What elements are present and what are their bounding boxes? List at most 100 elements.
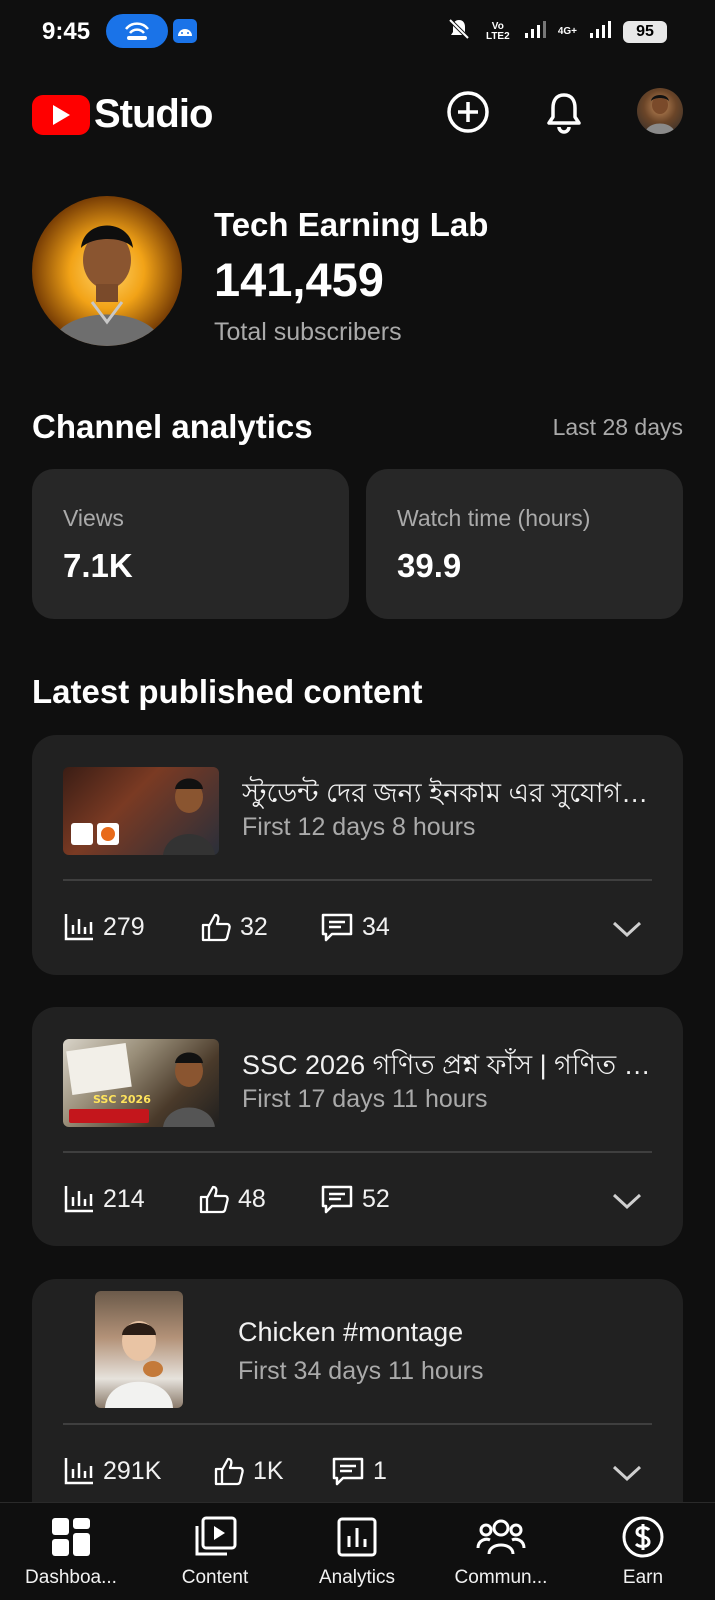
dashboard-icon (6, 1513, 136, 1561)
community-icon (436, 1513, 566, 1561)
nav-community[interactable]: Commun... (436, 1513, 566, 1589)
subscriber-label: Total subscribers (214, 318, 402, 346)
plus-circle-icon (447, 91, 489, 133)
likes-count: 48 (238, 1184, 266, 1213)
comments-metric: 1 (331, 1456, 387, 1486)
hotspot-icon (106, 14, 168, 48)
video-title[interactable]: SSC 2026 গণিত প্রশ্ন ফাঁস | গণিত প্রশ্ন (242, 1045, 652, 1090)
chevron-down-icon (612, 921, 642, 938)
create-button[interactable] (444, 88, 492, 136)
channel-avatar[interactable] (32, 196, 182, 346)
nav-earn[interactable]: Earn (578, 1513, 708, 1589)
views-count: 279 (103, 912, 145, 941)
likes-metric: 1K (213, 1456, 331, 1486)
video-thumbnail[interactable]: SSC 2026 (63, 1039, 219, 1127)
card-divider (63, 1423, 652, 1425)
mute-icon (446, 16, 472, 47)
account-avatar[interactable] (637, 88, 683, 134)
content-icon (150, 1513, 280, 1561)
bottom-navigation: Dashboa... Content Analytics Commun... E… (0, 1502, 715, 1600)
comments-count: 1 (373, 1456, 387, 1485)
video-card[interactable]: SSC 2026 SSC 2026 গণিত প্রশ্ন ফাঁস | গণি… (32, 1007, 683, 1246)
likes-count: 32 (240, 912, 268, 941)
expand-button[interactable] (607, 1181, 647, 1221)
views-count: 214 (103, 1184, 145, 1213)
views-label: Views (63, 505, 124, 531)
nav-dashboard[interactable]: Dashboa... (6, 1513, 136, 1589)
comments-metric: 52 (320, 1184, 390, 1214)
analytics-period: Last 28 days (552, 414, 683, 440)
video-metrics: 279 32 34 (63, 907, 390, 947)
nav-content[interactable]: Content (150, 1513, 280, 1589)
expand-button[interactable] (607, 1453, 647, 1493)
chevron-down-icon (612, 1193, 642, 1210)
nav-label: Earn (622, 1567, 664, 1588)
status-indicators: Vo LTE2 4G+ 95 (446, 16, 667, 47)
notifications-button[interactable] (540, 88, 588, 136)
bar-chart-icon (64, 1458, 93, 1485)
views-metric: 214 (63, 1184, 198, 1214)
analytics-icon (292, 1513, 422, 1561)
comment-icon (332, 1457, 364, 1486)
comment-icon (321, 1185, 353, 1214)
watch-time-value: 39.9 (397, 547, 462, 584)
views-count: 291K (103, 1456, 162, 1485)
signal-2-icon (589, 19, 611, 44)
comments-count: 34 (362, 912, 390, 941)
video-period: First 34 days 11 hours (238, 1357, 484, 1385)
views-metric: 279 (63, 912, 200, 942)
video-period: First 12 days 8 hours (242, 813, 476, 841)
views-value: 7.1K (63, 547, 133, 584)
views-card[interactable]: Views 7.1K (32, 469, 349, 619)
likes-count: 1K (253, 1456, 284, 1485)
network-type-label: 4G+ (557, 25, 577, 37)
svg-text:SSC 2026: SSC 2026 (93, 1093, 151, 1106)
bar-chart-icon (64, 1186, 93, 1213)
latest-content-title: Latest published content (32, 673, 423, 710)
comments-metric: 34 (320, 912, 390, 942)
nav-label: Dashboa... (25, 1567, 117, 1588)
likes-metric: 48 (198, 1184, 320, 1214)
nav-label: Content (181, 1567, 249, 1588)
likes-metric: 32 (200, 912, 320, 942)
logo-text: Studio (94, 92, 213, 136)
studio-logo[interactable]: Studio (32, 92, 213, 137)
channel-summary: Tech Earning Lab 141,459 Total subscribe… (32, 196, 682, 356)
thumbs-up-icon (199, 1185, 229, 1214)
thumbs-up-icon (214, 1457, 244, 1486)
card-divider (63, 1151, 652, 1153)
thumbs-up-icon (201, 913, 231, 942)
views-metric: 291K (63, 1456, 213, 1486)
video-thumbnail[interactable] (63, 767, 219, 855)
battery-indicator: 95 (623, 20, 667, 43)
comment-icon (321, 913, 353, 942)
youtube-play-icon (32, 94, 90, 135)
status-time: 9:45 (42, 18, 91, 45)
nav-label: Commun... (454, 1567, 548, 1588)
chevron-down-icon (612, 1465, 642, 1482)
nav-analytics[interactable]: Analytics (292, 1513, 422, 1589)
expand-button[interactable] (607, 909, 647, 949)
video-metrics: 291K 1K 1 (63, 1451, 387, 1491)
video-metrics: 214 48 52 (63, 1179, 390, 1219)
dollar-icon (578, 1513, 708, 1561)
volte-label: Vo LTE2 (485, 20, 510, 42)
video-title[interactable]: Chicken #montage (238, 1317, 648, 1348)
subscriber-count: 141,459 (214, 253, 384, 306)
bar-chart-icon (64, 914, 93, 941)
video-card[interactable]: Chicken #montage First 34 days 11 hours … (32, 1279, 683, 1539)
video-title[interactable]: স্টুডেন্ট দের জন্য ইনকাম এর সুযোগ একদম ফ… (242, 773, 652, 818)
app-header: Studio (0, 80, 715, 144)
watch-time-card[interactable]: Watch time (hours) 39.9 (366, 469, 683, 619)
comments-count: 52 (362, 1184, 390, 1213)
signal-1-icon (524, 19, 546, 44)
android-icon (173, 19, 197, 43)
bell-icon (547, 93, 581, 134)
status-bar: 9:45 Vo LTE2 4G+ 95 (0, 0, 715, 64)
video-card[interactable]: স্টুডেন্ট দের জন্য ইনকাম এর সুযোগ একদম ফ… (32, 735, 683, 975)
channel-name: Tech Earning Lab (214, 206, 489, 243)
nav-label: Analytics (318, 1567, 396, 1588)
card-divider (63, 879, 652, 881)
video-thumbnail[interactable] (95, 1291, 183, 1408)
analytics-title: Channel analytics (32, 408, 313, 445)
